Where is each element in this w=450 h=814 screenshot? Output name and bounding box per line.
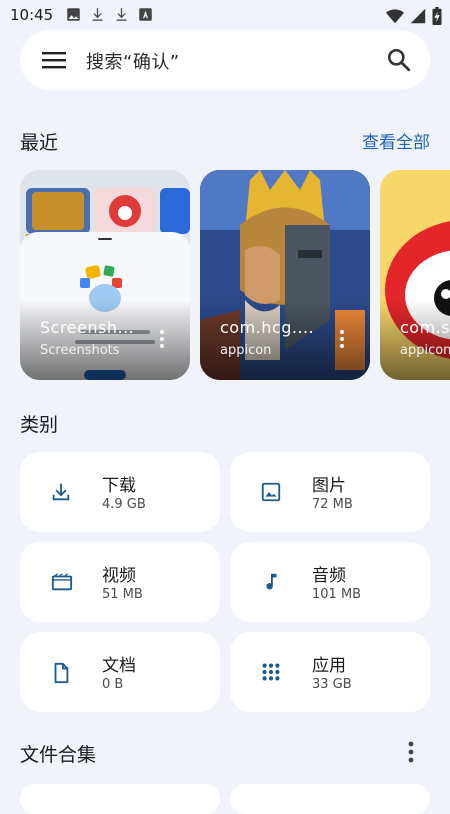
image-icon bbox=[261, 482, 281, 502]
recent-list: Screensh... Screenshots com.hcg.... appi… bbox=[20, 170, 450, 380]
category-downloads[interactable]: 下载 4.9 GB bbox=[20, 452, 220, 532]
collection-card[interactable] bbox=[230, 784, 430, 814]
category-size: 33 GB bbox=[312, 677, 352, 692]
recent-item-screenshots[interactable]: Screensh... Screenshots bbox=[20, 170, 190, 380]
apps-grid-icon bbox=[262, 663, 280, 681]
recent-item-app-icon[interactable]: com.s appicon bbox=[380, 170, 450, 380]
more-vert-icon[interactable] bbox=[160, 330, 164, 348]
category-label: 文档 bbox=[102, 656, 136, 676]
category-label: 应用 bbox=[312, 656, 346, 676]
category-audio[interactable]: 音频 101 MB bbox=[230, 542, 430, 622]
image-icon bbox=[67, 8, 80, 21]
menu-icon[interactable] bbox=[42, 49, 66, 71]
category-label: 音频 bbox=[312, 566, 346, 586]
download-icon bbox=[116, 8, 127, 21]
recent-item-subtitle: Screenshots bbox=[40, 343, 120, 358]
card-shade bbox=[380, 300, 450, 380]
notification-icons bbox=[66, 7, 153, 22]
more-vert-icon[interactable] bbox=[340, 330, 344, 348]
card-shade bbox=[200, 300, 370, 380]
status-bar: 10:45 bbox=[0, 0, 450, 30]
recent-item-subtitle: appicon bbox=[220, 343, 272, 358]
recent-item-title: com.hcg.... bbox=[220, 318, 315, 337]
download-icon bbox=[92, 8, 103, 21]
collection-card[interactable] bbox=[20, 784, 220, 814]
status-time: 10:45 bbox=[10, 6, 54, 24]
download-icon bbox=[52, 483, 70, 501]
category-videos[interactable]: 视频 51 MB bbox=[20, 542, 220, 622]
category-label: 视频 bbox=[102, 566, 136, 586]
category-images[interactable]: 图片 72 MB bbox=[230, 452, 430, 532]
battery-charging-icon bbox=[432, 7, 442, 25]
search-bar[interactable]: 搜索“确认” bbox=[20, 30, 430, 90]
search-input[interactable]: 搜索“确认” bbox=[86, 48, 180, 74]
recent-item-app-icon[interactable]: com.hcg.... appicon bbox=[200, 170, 370, 380]
signal-icon bbox=[410, 8, 426, 24]
recent-item-title: Screensh... bbox=[40, 318, 135, 337]
audio-icon bbox=[266, 573, 277, 590]
card-shade bbox=[20, 300, 190, 380]
category-size: 72 MB bbox=[312, 497, 353, 512]
recent-title: 最近 bbox=[20, 132, 59, 154]
category-size: 0 B bbox=[102, 677, 124, 692]
category-label: 图片 bbox=[312, 476, 346, 496]
collections-title: 文件合集 bbox=[20, 744, 97, 766]
system-icons bbox=[386, 7, 442, 25]
view-all-link[interactable]: 查看全部 bbox=[362, 128, 430, 153]
wifi-icon bbox=[386, 8, 404, 23]
recent-item-subtitle: appicon bbox=[400, 343, 450, 358]
category-size: 101 MB bbox=[312, 587, 362, 602]
category-size: 4.9 GB bbox=[102, 497, 146, 512]
video-icon bbox=[51, 573, 73, 591]
document-icon bbox=[54, 662, 69, 684]
recent-item-title: com.s bbox=[400, 318, 450, 337]
category-size: 51 MB bbox=[102, 587, 143, 602]
category-apps[interactable]: 应用 33 GB bbox=[230, 632, 430, 712]
categories-title: 类别 bbox=[20, 414, 59, 436]
category-label: 下载 bbox=[102, 476, 136, 496]
search-icon[interactable] bbox=[386, 47, 412, 73]
category-documents[interactable]: 文档 0 B bbox=[20, 632, 220, 712]
font-icon bbox=[139, 8, 152, 21]
more-vert-icon[interactable] bbox=[408, 741, 414, 763]
